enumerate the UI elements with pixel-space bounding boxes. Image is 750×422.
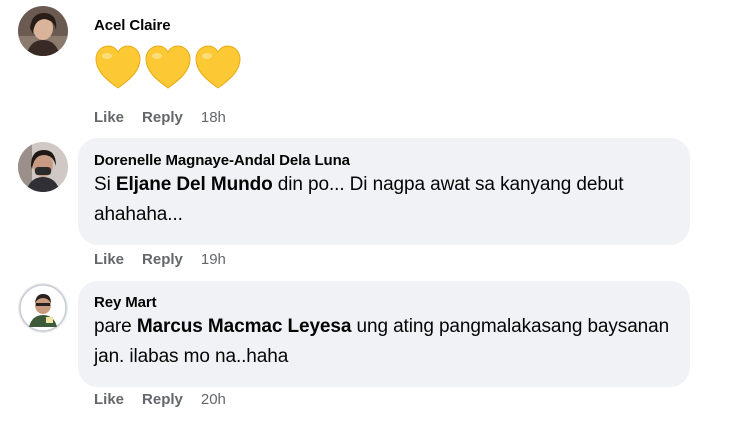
yellow-heart-icon xyxy=(195,45,241,89)
avatar[interactable] xyxy=(18,142,68,192)
comment-bubble: Rey Mart pare Marcus Macmac Leyesa ung a… xyxy=(78,281,690,387)
like-button[interactable]: Like xyxy=(94,391,124,408)
like-button[interactable]: Like xyxy=(94,251,124,268)
comment-actions: Like Reply 19h xyxy=(94,251,226,268)
comment-author[interactable]: Acel Claire xyxy=(94,17,171,34)
like-button[interactable]: Like xyxy=(94,109,124,126)
reaction-emoji-row xyxy=(94,44,242,90)
comment-text-before: Si xyxy=(94,174,116,195)
comment-actions: Like Reply 20h xyxy=(94,391,226,408)
comment-actions: Like Reply 18h xyxy=(94,109,226,126)
avatar[interactable] xyxy=(18,6,68,56)
yellow-heart-icon xyxy=(95,45,141,89)
mention-link[interactable]: Marcus Macmac Leyesa xyxy=(137,316,352,337)
comment-author[interactable]: Rey Mart xyxy=(94,294,674,311)
reply-button[interactable]: Reply xyxy=(142,391,183,408)
yellow-heart-icon xyxy=(145,45,191,89)
comment-timestamp[interactable]: 19h xyxy=(201,251,226,268)
avatar[interactable] xyxy=(18,283,68,333)
comment-text: pare Marcus Macmac Leyesa ung ating pang… xyxy=(94,312,674,372)
comment-bubble: Dorenelle Magnaye-Andal Dela Luna Si Elj… xyxy=(78,138,690,245)
reply-button[interactable]: Reply xyxy=(142,251,183,268)
reply-button[interactable]: Reply xyxy=(142,109,183,126)
comment-text-before: pare xyxy=(94,316,137,337)
comment-timestamp[interactable]: 18h xyxy=(201,109,226,126)
mention-link[interactable]: Eljane Del Mundo xyxy=(116,174,273,195)
comment-text: Si Eljane Del Mundo din po... Di nagpa a… xyxy=(94,170,674,230)
comment-author[interactable]: Dorenelle Magnaye-Andal Dela Luna xyxy=(94,152,674,169)
comment-timestamp[interactable]: 20h xyxy=(201,391,226,408)
